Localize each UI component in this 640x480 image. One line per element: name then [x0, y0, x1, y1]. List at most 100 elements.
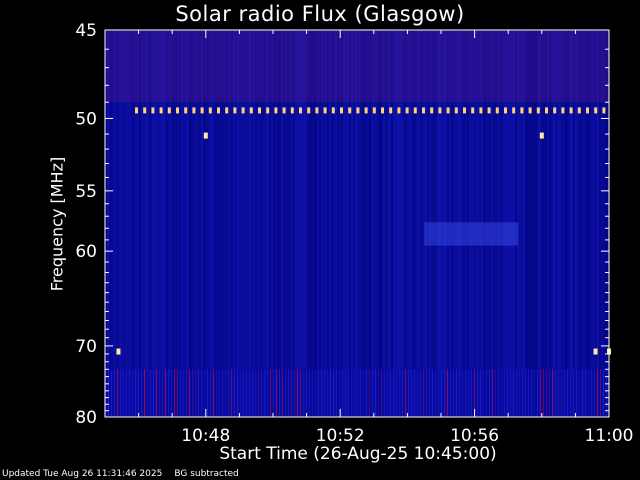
heatmap-noise-line [432, 369, 433, 417]
interference-dot [413, 107, 417, 114]
spectrogram-chart: 455055607080 10:48 10:52 10:56 11:00 [0, 0, 640, 480]
interference-dot [200, 107, 204, 114]
heatmap-noise-line [366, 369, 367, 417]
heatmap-noise-line [393, 369, 394, 417]
heatmap-noise-line [168, 369, 169, 417]
interference-dot [569, 107, 573, 114]
heatmap-noise-line [141, 369, 142, 417]
heatmap-noise-line [114, 369, 115, 417]
heatmap-noise-line [249, 369, 250, 417]
spike-point [593, 348, 598, 355]
heatmap-noise-line [180, 369, 181, 417]
y-tick-label: 55 [75, 182, 97, 202]
heatmap-noise-line [435, 369, 436, 417]
heatmap-noise-line [591, 369, 592, 417]
heatmap-noise-line [138, 369, 139, 417]
heatmap-noise-line [585, 369, 586, 417]
heatmap-noise-line [549, 369, 550, 417]
heatmap-noise-line [471, 369, 472, 417]
interference-dot [249, 107, 253, 114]
interference-dot [331, 107, 335, 114]
y-tick-label: 50 [75, 109, 97, 129]
heatmap-noise-line [246, 369, 247, 417]
footer-updated: Updated Tue Aug 26 11:31:46 2025 [2, 469, 163, 479]
interference-dot [577, 107, 581, 114]
heatmap-noise-line [177, 369, 178, 417]
heatmap-noise-line [582, 369, 583, 417]
heatmap-noise-line [276, 369, 277, 417]
heatmap-noise-line [270, 369, 271, 417]
heatmap-noise-line [219, 369, 220, 417]
interference-dot [340, 107, 343, 114]
heatmap-noise-line [303, 369, 304, 417]
interference-dot [430, 107, 434, 114]
interference-dot [553, 107, 557, 114]
interference-dot [217, 107, 220, 114]
heatmap-noise-line [603, 369, 604, 417]
heatmap-noise-line [123, 369, 124, 417]
heatmap-noise-line [438, 369, 439, 417]
heatmap-noise-line [354, 369, 355, 417]
heatmap-noise-line [558, 369, 559, 417]
interference-dot [282, 107, 286, 114]
heatmap-noise-line [120, 369, 121, 417]
heatmap-noise-line [135, 369, 136, 417]
heatmap-noise-line [132, 369, 133, 417]
footer: Updated Tue Aug 26 11:31:46 2025 BG subtr… [2, 469, 251, 479]
heatmap-noise-line [345, 369, 346, 417]
heatmap-noise-line [543, 369, 544, 417]
heatmap-noise-line [552, 369, 553, 417]
heatmap-noise-line [312, 369, 313, 417]
interference-dot [594, 107, 598, 114]
interference-dot [135, 107, 138, 114]
heatmap-noise-line [306, 369, 307, 417]
heatmap-noise-line [453, 369, 454, 417]
heatmap-noise-line [363, 369, 364, 417]
interference-dot [536, 107, 540, 114]
y-tick-label: 70 [75, 337, 97, 357]
heatmap-noise-line [258, 369, 259, 417]
heatmap-noise-line [519, 369, 520, 417]
heatmap-noise-line [372, 369, 373, 417]
heatmap-noise-line [144, 369, 145, 417]
heatmap-noise-line [111, 369, 112, 417]
heatmap-noise-line [483, 369, 484, 417]
interference-dot [528, 107, 532, 114]
heatmap-noise-line [147, 369, 148, 417]
heatmap-noise-line [150, 369, 151, 417]
heatmap-noise-line [330, 369, 331, 417]
heatmap-noise-line [537, 369, 538, 417]
interference-dot [381, 107, 384, 114]
heatmap-noise-line [321, 369, 322, 417]
y-tick-label: 60 [75, 242, 97, 262]
interference-dot [405, 107, 409, 114]
heatmap-noise-line [204, 369, 205, 417]
heatmap-noise-line [378, 369, 379, 417]
heatmap-noise-line [171, 369, 172, 417]
heatmap-noise-line [165, 369, 166, 417]
footer-mode: BG subtracted [174, 469, 239, 479]
heatmap-noise-line [261, 369, 262, 417]
heatmap-noise-line [255, 369, 256, 417]
heatmap-noise-line [327, 369, 328, 417]
heatmap-noise-line [126, 369, 127, 417]
heatmap-noise-line [597, 369, 598, 417]
interference-dot [258, 107, 261, 114]
heatmap-noise-line [381, 369, 382, 417]
heatmap-noise-line [546, 369, 547, 417]
heatmap-noise-line [336, 369, 337, 417]
heatmap-noise-line [282, 369, 283, 417]
heatmap-noise-line [450, 369, 451, 417]
spike-point [203, 132, 208, 139]
interference-dot [151, 107, 155, 114]
heatmap-noise-line [186, 369, 187, 417]
heatmap-noise-line [162, 369, 163, 417]
heatmap-noise-line [318, 369, 319, 417]
interference-dot [561, 107, 565, 114]
heatmap-noise-line [459, 369, 460, 417]
heatmap-noise-line [183, 369, 184, 417]
heatmap-noise-line [567, 369, 568, 417]
heatmap-noise-line [243, 369, 244, 417]
spike-point [116, 348, 121, 355]
heatmap-noise-line [237, 369, 238, 417]
